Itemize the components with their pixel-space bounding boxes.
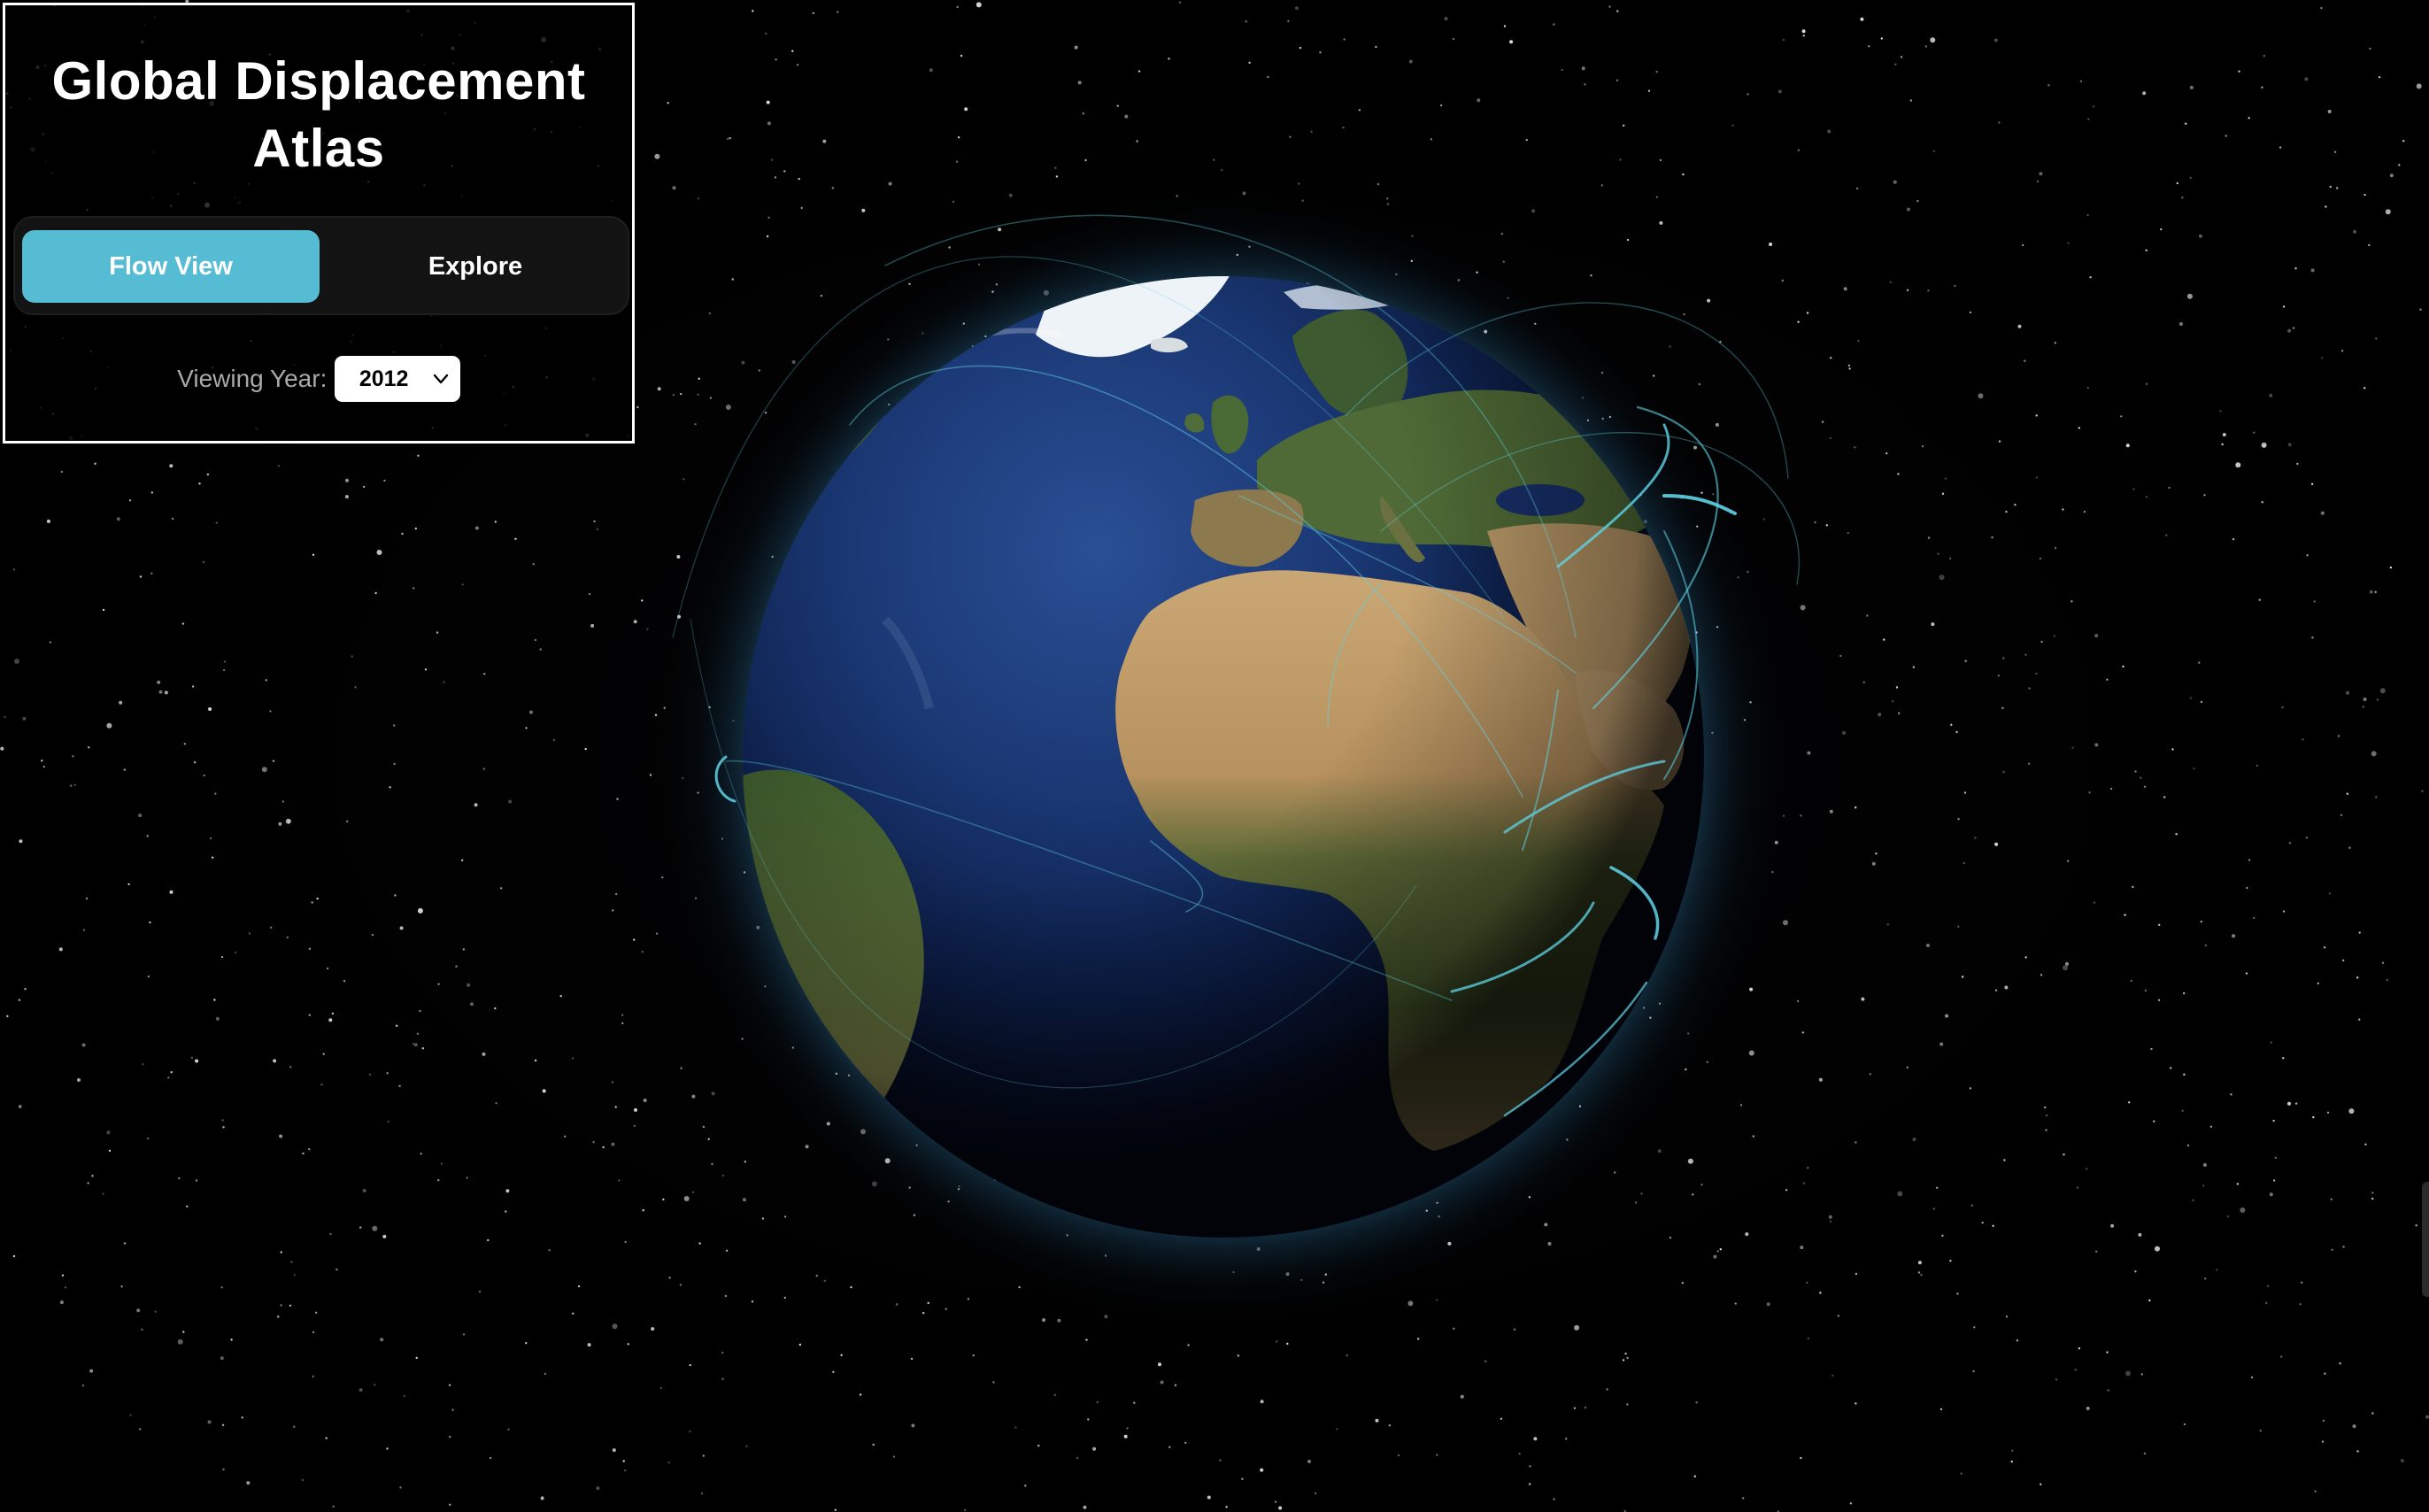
flow-view-button[interactable]: Flow View — [22, 230, 320, 303]
scroll-handle[interactable] — [2422, 1182, 2429, 1297]
year-label: Viewing Year: — [177, 365, 328, 392]
year-select[interactable]: 2012 — [334, 356, 460, 402]
control-panel: Global Displacement Atlas Flow View Expl… — [3, 3, 635, 444]
view-mode-toggle: Flow View Explore — [13, 216, 629, 315]
year-select-value: 2012 — [359, 366, 409, 391]
explore-button[interactable]: Explore — [327, 230, 624, 303]
page-title: Global Displacement Atlas — [51, 51, 586, 178]
chevron-down-icon — [433, 374, 449, 384]
year-selector-row: Viewing Year: 2012 — [5, 356, 632, 405]
